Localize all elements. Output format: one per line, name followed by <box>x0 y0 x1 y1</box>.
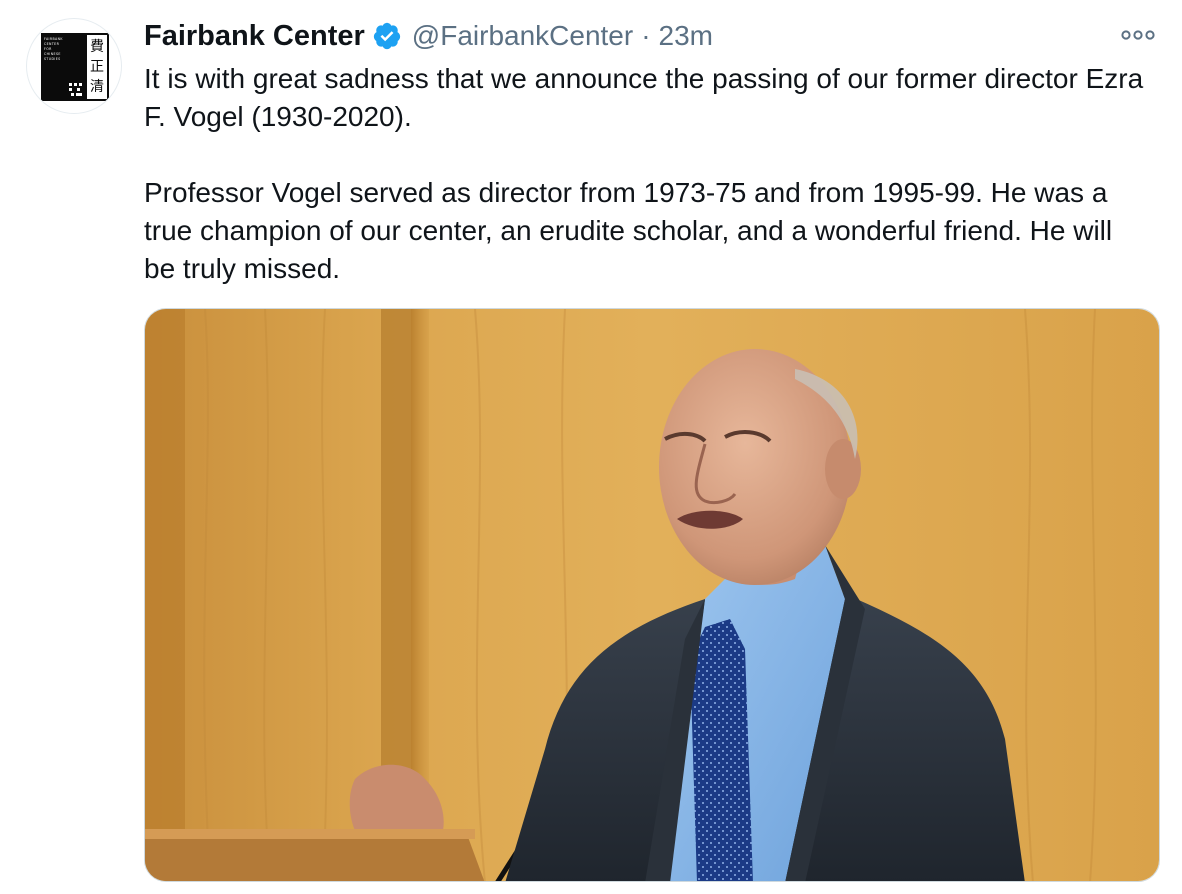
avatar[interactable]: FAIRBANK CENTER FOR CHINESE STUDIES 費 正 … <box>26 18 122 114</box>
tweet-card[interactable]: FAIRBANK CENTER FOR CHINESE STUDIES 費 正 … <box>0 0 1182 894</box>
display-name[interactable]: Fairbank Center <box>144 20 365 53</box>
separator-dot: · <box>641 20 651 51</box>
logo-line-3: FOR <box>44 47 52 51</box>
timestamp[interactable]: 23m <box>659 20 713 52</box>
logo-char-3: 清 <box>90 79 104 95</box>
handle[interactable]: @FairbankCenter <box>412 20 633 52</box>
photo-illustration <box>145 309 1159 881</box>
logo-char-2: 正 <box>90 59 104 75</box>
tweet-header: Fairbank Center @FairbankCenter · 23m <box>144 16 713 56</box>
more-options-icon <box>1121 30 1155 40</box>
verified-badge-icon <box>373 22 400 50</box>
logo-line-1: FAIRBANK <box>44 37 63 41</box>
more-options-button[interactable] <box>1118 22 1158 48</box>
logo-line-4: CHINESE <box>44 52 61 56</box>
tweet-photo[interactable] <box>144 308 1160 882</box>
logo-line-5: STUDIES <box>44 57 61 61</box>
tweet-paragraph-2: Professor Vogel served as director from … <box>144 177 1113 284</box>
logo-line-2: CENTER <box>44 42 60 46</box>
fairbank-logo-icon: FAIRBANK CENTER FOR CHINESE STUDIES 費 正 … <box>41 33 109 101</box>
tweet-text: It is with great sadness that we announc… <box>144 60 1144 288</box>
logo-char-1: 費 <box>90 39 104 55</box>
tweet-paragraph-1: It is with great sadness that we announc… <box>144 63 1144 132</box>
